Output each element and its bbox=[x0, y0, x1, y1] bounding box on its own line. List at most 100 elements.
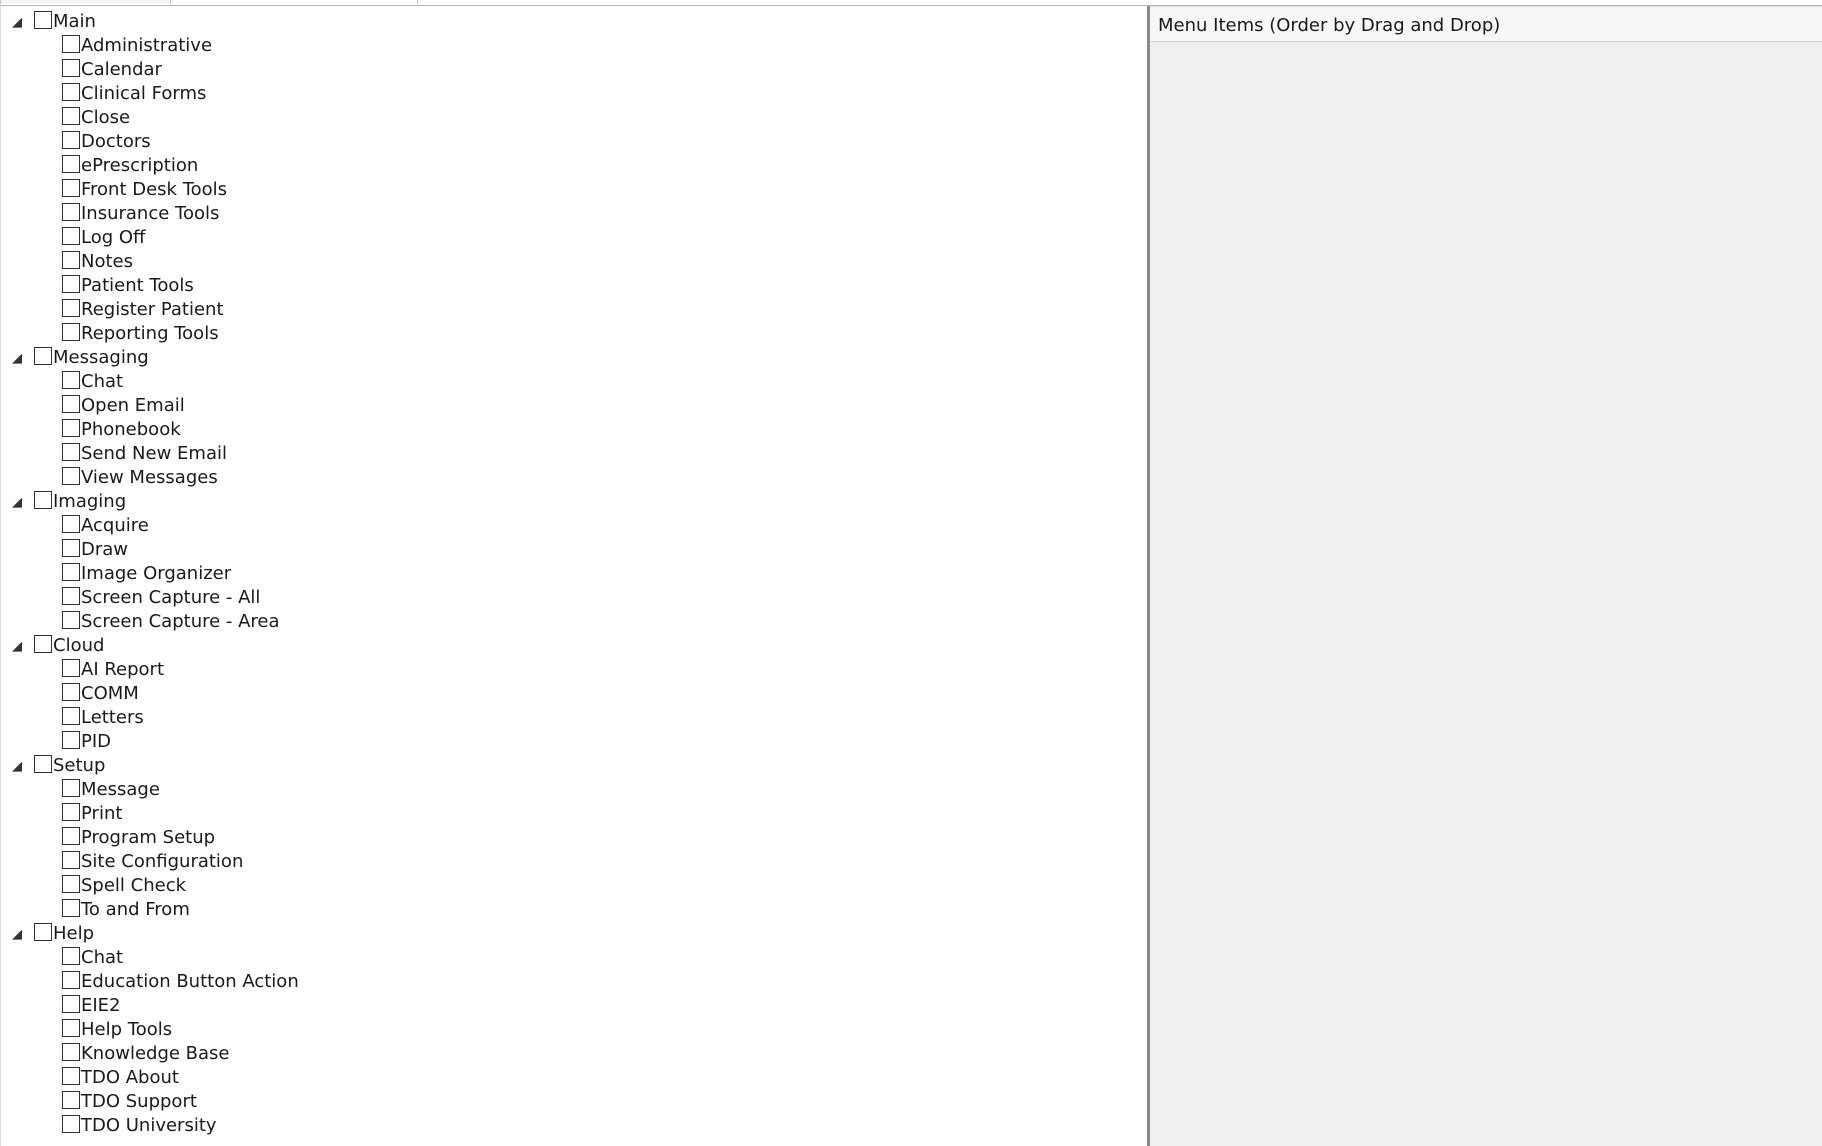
tree-item-tdo-about[interactable]: TDO About bbox=[1, 1066, 299, 1090]
item-checkbox[interactable] bbox=[62, 395, 80, 413]
item-checkbox[interactable] bbox=[62, 827, 80, 845]
item-checkbox[interactable] bbox=[62, 611, 80, 629]
menu-items-drop-area[interactable] bbox=[1150, 42, 1822, 1146]
expand-triangle-icon[interactable]: ◢ bbox=[11, 15, 23, 30]
item-checkbox[interactable] bbox=[62, 515, 80, 533]
item-checkbox[interactable] bbox=[62, 1067, 80, 1085]
item-checkbox[interactable] bbox=[62, 419, 80, 437]
tree-item-front-desk-tools[interactable]: Front Desk Tools bbox=[1, 178, 299, 202]
tree-item-close[interactable]: Close bbox=[1, 106, 299, 130]
item-checkbox[interactable] bbox=[62, 83, 80, 101]
group-checkbox[interactable] bbox=[34, 11, 52, 29]
item-checkbox[interactable] bbox=[62, 179, 80, 197]
item-checkbox[interactable] bbox=[62, 371, 80, 389]
tree-item-comm[interactable]: COMM bbox=[1, 682, 299, 706]
item-checkbox[interactable] bbox=[62, 251, 80, 269]
item-checkbox[interactable] bbox=[62, 35, 80, 53]
group-checkbox[interactable] bbox=[34, 635, 52, 653]
tree-item-notes[interactable]: Notes bbox=[1, 250, 299, 274]
item-checkbox[interactable] bbox=[62, 875, 80, 893]
tree-item-chat[interactable]: Chat bbox=[1, 370, 299, 394]
tree-item-eie2[interactable]: EIE2 bbox=[1, 994, 299, 1018]
item-checkbox[interactable] bbox=[62, 587, 80, 605]
item-checkbox[interactable] bbox=[62, 155, 80, 173]
tree-item-education-button-action[interactable]: Education Button Action bbox=[1, 970, 299, 994]
tree-item-chat[interactable]: Chat bbox=[1, 946, 299, 970]
item-checkbox[interactable] bbox=[62, 275, 80, 293]
tree-item-screen-capture-area[interactable]: Screen Capture - Area bbox=[1, 610, 299, 634]
tree-item-help-tools[interactable]: Help Tools bbox=[1, 1018, 299, 1042]
tree-group-help[interactable]: ◢ Help bbox=[1, 922, 299, 946]
expand-triangle-icon[interactable]: ◢ bbox=[11, 495, 23, 510]
tree-item-knowledge-base[interactable]: Knowledge Base bbox=[1, 1042, 299, 1066]
tree-item-insurance-tools[interactable]: Insurance Tools bbox=[1, 202, 299, 226]
item-checkbox[interactable] bbox=[62, 683, 80, 701]
tree-item-acquire[interactable]: Acquire bbox=[1, 514, 299, 538]
tree-item-image-organizer[interactable]: Image Organizer bbox=[1, 562, 299, 586]
tree-item-tdo-university[interactable]: TDO University bbox=[1, 1114, 299, 1138]
item-checkbox[interactable] bbox=[62, 779, 80, 797]
tree-item-ai-report[interactable]: AI Report bbox=[1, 658, 299, 682]
tree-item-administrative[interactable]: Administrative bbox=[1, 34, 299, 58]
tree-item-register-patient[interactable]: Register Patient bbox=[1, 298, 299, 322]
tree-item-letters[interactable]: Letters bbox=[1, 706, 299, 730]
tree-item-clinical-forms[interactable]: Clinical Forms bbox=[1, 82, 299, 106]
expand-triangle-icon[interactable]: ◢ bbox=[11, 927, 23, 942]
item-checkbox[interactable] bbox=[62, 203, 80, 221]
tree-item-send-new-email[interactable]: Send New Email bbox=[1, 442, 299, 466]
tree-group-cloud[interactable]: ◢ Cloud bbox=[1, 634, 299, 658]
tree-item-calendar[interactable]: Calendar bbox=[1, 58, 299, 82]
item-checkbox[interactable] bbox=[62, 467, 80, 485]
item-checkbox[interactable] bbox=[62, 299, 80, 317]
item-checkbox[interactable] bbox=[62, 443, 80, 461]
item-checkbox[interactable] bbox=[62, 563, 80, 581]
tab-left[interactable] bbox=[0, 0, 172, 4]
tree-item-reporting-tools[interactable]: Reporting Tools bbox=[1, 322, 299, 346]
tree-item-message[interactable]: Message bbox=[1, 778, 299, 802]
item-checkbox[interactable] bbox=[62, 1019, 80, 1037]
tree-item-draw[interactable]: Draw bbox=[1, 538, 299, 562]
item-checkbox[interactable] bbox=[62, 1115, 80, 1133]
tree-item-screen-capture-all[interactable]: Screen Capture - All bbox=[1, 586, 299, 610]
tree-item-tdo-support[interactable]: TDO Support bbox=[1, 1090, 299, 1114]
tree-group-setup[interactable]: ◢ Setup bbox=[1, 754, 299, 778]
group-checkbox[interactable] bbox=[34, 347, 52, 365]
tree-item-to-and-from[interactable]: To and From bbox=[1, 898, 299, 922]
item-checkbox[interactable] bbox=[62, 107, 80, 125]
group-checkbox[interactable] bbox=[34, 923, 52, 941]
item-checkbox[interactable] bbox=[62, 947, 80, 965]
item-checkbox[interactable] bbox=[62, 659, 80, 677]
tree-item-view-messages[interactable]: View Messages bbox=[1, 466, 299, 490]
tree-item-eprescription[interactable]: ePrescription bbox=[1, 154, 299, 178]
tree-item-phonebook[interactable]: Phonebook bbox=[1, 418, 299, 442]
item-checkbox[interactable] bbox=[62, 851, 80, 869]
expand-triangle-icon[interactable]: ◢ bbox=[11, 759, 23, 774]
tree-group-messaging[interactable]: ◢ Messaging bbox=[1, 346, 299, 370]
tree-group-main[interactable]: ◢ Main bbox=[1, 10, 299, 34]
item-checkbox[interactable] bbox=[62, 131, 80, 149]
expand-triangle-icon[interactable]: ◢ bbox=[11, 639, 23, 654]
tree-item-open-email[interactable]: Open Email bbox=[1, 394, 299, 418]
group-checkbox[interactable] bbox=[34, 755, 52, 773]
item-checkbox[interactable] bbox=[62, 539, 80, 557]
item-checkbox[interactable] bbox=[62, 59, 80, 77]
tree-item-spell-check[interactable]: Spell Check bbox=[1, 874, 299, 898]
item-checkbox[interactable] bbox=[62, 899, 80, 917]
tree-item-doctors[interactable]: Doctors bbox=[1, 130, 299, 154]
tree-item-program-setup[interactable]: Program Setup bbox=[1, 826, 299, 850]
item-checkbox[interactable] bbox=[62, 1043, 80, 1061]
expand-triangle-icon[interactable]: ◢ bbox=[11, 351, 23, 366]
item-checkbox[interactable] bbox=[62, 707, 80, 725]
tree-item-print[interactable]: Print bbox=[1, 802, 299, 826]
tree-item-pid[interactable]: PID bbox=[1, 730, 299, 754]
tree-item-patient-tools[interactable]: Patient Tools bbox=[1, 274, 299, 298]
item-checkbox[interactable] bbox=[62, 1091, 80, 1109]
item-checkbox[interactable] bbox=[62, 971, 80, 989]
item-checkbox[interactable] bbox=[62, 731, 80, 749]
tree-item-log-off[interactable]: Log Off bbox=[1, 226, 299, 250]
item-checkbox[interactable] bbox=[62, 227, 80, 245]
tree-item-site-configuration[interactable]: Site Configuration bbox=[1, 850, 299, 874]
item-checkbox[interactable] bbox=[62, 995, 80, 1013]
tree-group-imaging[interactable]: ◢ Imaging bbox=[1, 490, 299, 514]
item-checkbox[interactable] bbox=[62, 323, 80, 341]
